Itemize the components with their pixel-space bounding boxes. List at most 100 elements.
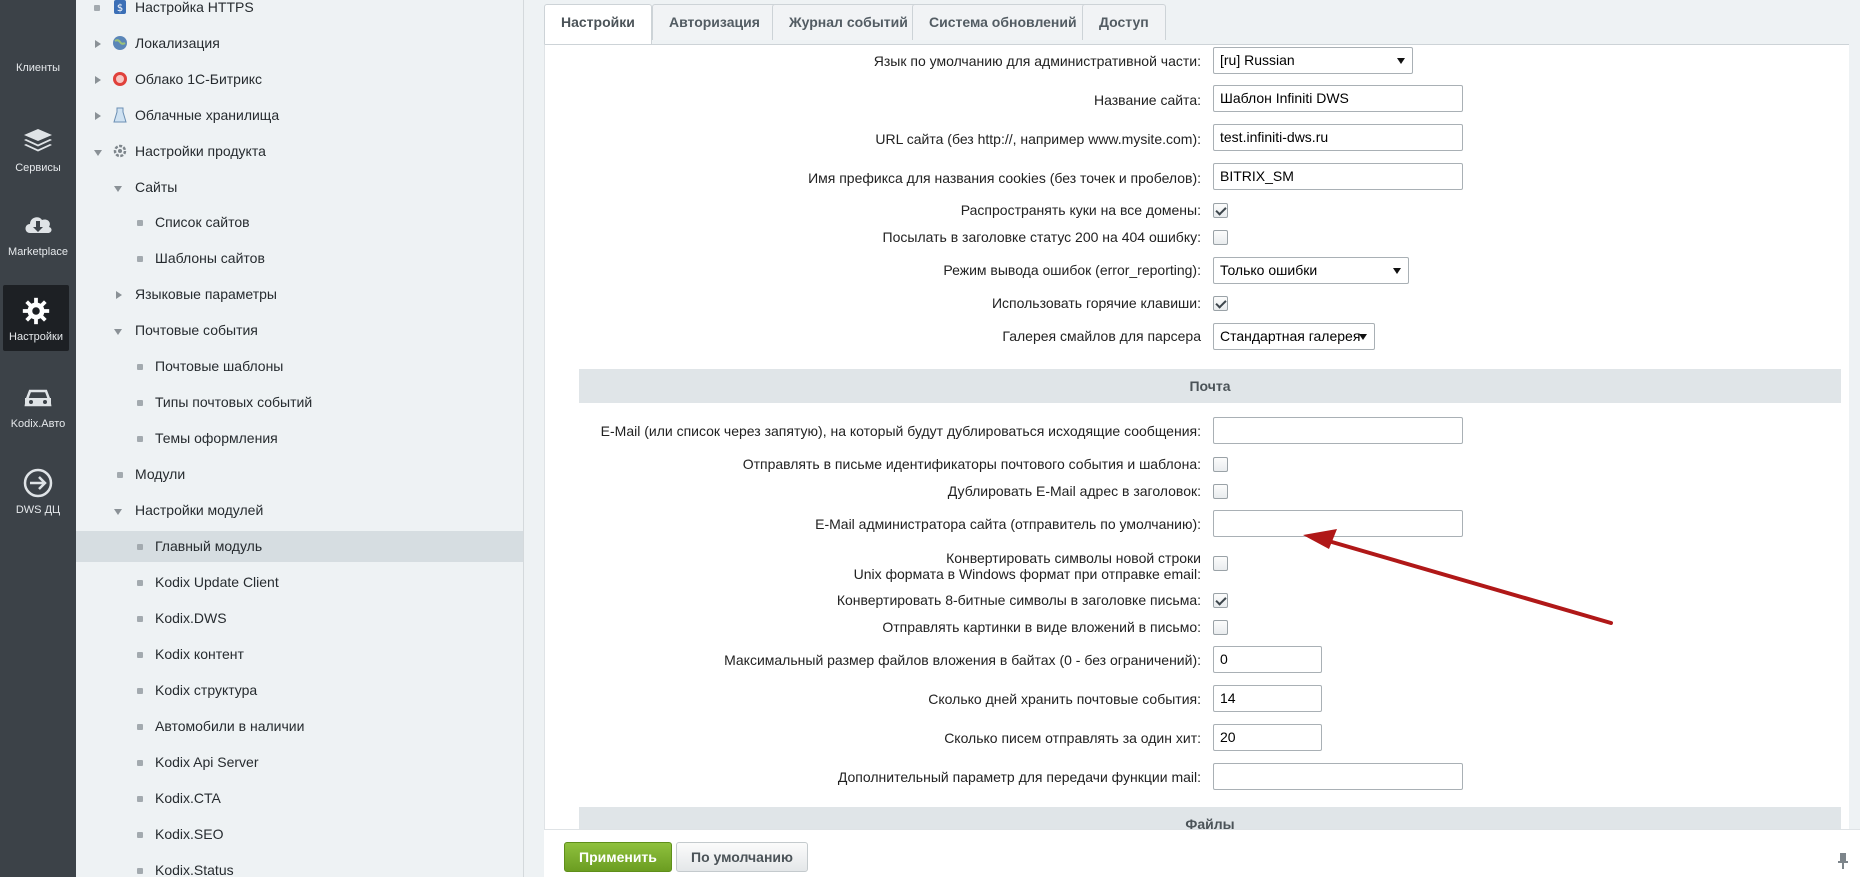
- tab-label: Система обновлений: [929, 14, 1077, 30]
- collapse-arrow-icon[interactable]: [114, 329, 122, 335]
- menu-services[interactable]: Сервисы: [0, 124, 76, 174]
- collapse-arrow-icon[interactable]: [94, 150, 102, 156]
- tab-label: Доступ: [1099, 14, 1149, 30]
- https-icon: $: [114, 0, 126, 14]
- bullet-icon: [137, 616, 143, 622]
- bullet-icon: [137, 652, 143, 658]
- pin-icon[interactable]: [1836, 852, 1850, 870]
- menu-marketplace[interactable]: Marketplace: [0, 208, 76, 258]
- bullet-icon: [137, 544, 143, 550]
- bullet-icon: [137, 868, 143, 874]
- arrow-circle-icon: [23, 468, 53, 498]
- menu-settings-label: Настройки: [9, 331, 63, 343]
- tab-event-log[interactable]: Журнал событий: [772, 4, 925, 40]
- tree-item-cars-in-stock[interactable]: Автомобили в наличии: [76, 711, 523, 742]
- tree-item-label: Шаблоны сайтов: [155, 250, 265, 266]
- default-button[interactable]: По умолчанию: [676, 842, 808, 872]
- tree-item-label: Kodix.CTA: [155, 790, 221, 806]
- car-icon: [24, 389, 52, 407]
- menu-dws-dc-label: DWS ДЦ: [15, 504, 61, 516]
- globe-icon: [113, 36, 127, 50]
- bullet-icon: [137, 832, 143, 838]
- settings-panel: Язык по умолчанию для административной ч…: [544, 44, 1860, 829]
- expand-arrow-icon[interactable]: [95, 40, 101, 48]
- menu-services-label: Сервисы: [15, 162, 61, 174]
- tree-item-localization[interactable]: Локализация: [76, 28, 523, 59]
- gear-icon: [22, 297, 50, 325]
- tree-item-main-module[interactable]: Главный модуль: [76, 531, 523, 562]
- tree-item-mail-events[interactable]: Почтовые события: [76, 315, 523, 346]
- menu-clients-label: Клиенты: [15, 62, 61, 74]
- tree-item-label: Настройки модулей: [135, 502, 264, 518]
- menu-kodix-auto-label: Kodix.Авто: [10, 418, 66, 430]
- menu-dws-dc[interactable]: DWS ДЦ: [0, 466, 76, 516]
- collapse-arrow-icon[interactable]: [114, 509, 122, 515]
- tab-settings[interactable]: Настройки: [544, 4, 652, 44]
- tree-item-label: Kodix контент: [155, 646, 244, 662]
- menu-settings[interactable]: Настройки: [3, 285, 69, 351]
- tree-item-product-settings[interactable]: Настройки продукта: [76, 136, 523, 167]
- tree-item-cloud-storage[interactable]: Облачные хранилища: [76, 100, 523, 131]
- bullet-icon: [137, 760, 143, 766]
- layers-icon: [24, 129, 52, 152]
- tree-item-label: Модули: [135, 466, 186, 482]
- tab-access[interactable]: Доступ: [1082, 4, 1166, 40]
- tree-item-label: Локализация: [135, 35, 220, 51]
- tree-item-kodix-api-server[interactable]: Kodix Api Server: [76, 747, 523, 778]
- menu-marketplace-label: Marketplace: [8, 246, 68, 258]
- tree-item-label: Настройка HTTPS: [135, 0, 254, 15]
- tab-update-system[interactable]: Система обновлений: [912, 4, 1094, 40]
- bottom-toolbar: Применить По умолчанию: [544, 829, 1860, 877]
- tree-item-label: Kodix Api Server: [155, 754, 259, 770]
- tree-item-language-params[interactable]: Языковые параметры: [76, 279, 523, 310]
- tab-label: Настройки: [561, 14, 635, 30]
- tree-item-themes[interactable]: Темы оформления: [76, 423, 523, 454]
- bitrix-cloud-icon: [113, 72, 127, 86]
- gear-icon: [113, 144, 127, 158]
- expand-arrow-icon[interactable]: [116, 291, 122, 299]
- cloud-download-icon: [25, 217, 52, 233]
- tree-item-label: Почтовые шаблоны: [155, 358, 284, 374]
- menu-clients[interactable]: Клиенты: [0, 62, 76, 74]
- apply-button[interactable]: Применить: [564, 842, 672, 872]
- scrollbar[interactable]: [1849, 0, 1860, 829]
- tree-item-site-list[interactable]: Список сайтов: [76, 207, 523, 238]
- tree-item-https[interactable]: $ Настройка HTTPS: [76, 0, 523, 23]
- tree-item-label: Kodix структура: [155, 682, 258, 698]
- tree-item-label: Автомобили в наличии: [155, 718, 305, 734]
- tree-item-kodix-dws[interactable]: Kodix.DWS: [76, 603, 523, 634]
- tree-item-kodix-structure[interactable]: Kodix структура: [76, 675, 523, 706]
- expand-arrow-icon[interactable]: [95, 112, 101, 120]
- tree-item-module-settings[interactable]: Настройки модулей: [76, 495, 523, 526]
- tree-item-modules[interactable]: Модули: [76, 459, 523, 490]
- bullet-icon: [137, 364, 143, 370]
- tree-item-kodix-content[interactable]: Kodix контент: [76, 639, 523, 670]
- svg-text:$: $: [117, 3, 123, 14]
- expand-arrow-icon[interactable]: [95, 76, 101, 84]
- tree-item-sites[interactable]: Сайты: [76, 172, 523, 203]
- tree-item-label: Почтовые события: [135, 322, 258, 338]
- bullet-icon: [137, 796, 143, 802]
- tree-item-kodix-update-client[interactable]: Kodix Update Client: [76, 567, 523, 598]
- tree-item-label: Kodix.Status: [155, 862, 234, 877]
- tab-authorization[interactable]: Авторизация: [652, 4, 777, 40]
- tree-item-mail-event-types[interactable]: Типы почтовых событий: [76, 387, 523, 418]
- tree-item-label: Облако 1С-Битрикс: [135, 71, 263, 87]
- bullet-icon: [137, 436, 143, 442]
- navigation-tree: $ Настройка HTTPS Локализация Облако 1С-…: [76, 0, 524, 877]
- storage-icon: [113, 107, 127, 123]
- tree-item-kodix-cta[interactable]: Kodix.CTA: [76, 783, 523, 814]
- menu-kodix-auto[interactable]: Kodix.Авто: [0, 380, 76, 430]
- tree-item-kodix-seo[interactable]: Kodix.SEO: [76, 819, 523, 850]
- bullet-icon: [137, 256, 143, 262]
- tree-item-mail-templates[interactable]: Почтовые шаблоны: [76, 351, 523, 382]
- tree-item-site-templates[interactable]: Шаблоны сайтов: [76, 243, 523, 274]
- tab-label: Журнал событий: [789, 14, 908, 30]
- collapse-arrow-icon[interactable]: [114, 186, 122, 192]
- tree-item-label: Сайты: [135, 179, 178, 195]
- bullet-icon: [117, 472, 123, 478]
- tree-item-bitrix-cloud[interactable]: Облако 1С-Битрикс: [76, 64, 523, 95]
- tab-label: Авторизация: [669, 14, 760, 30]
- tree-item-kodix-status[interactable]: Kodix.Status: [76, 855, 523, 877]
- tree-item-label: Облачные хранилища: [135, 107, 280, 123]
